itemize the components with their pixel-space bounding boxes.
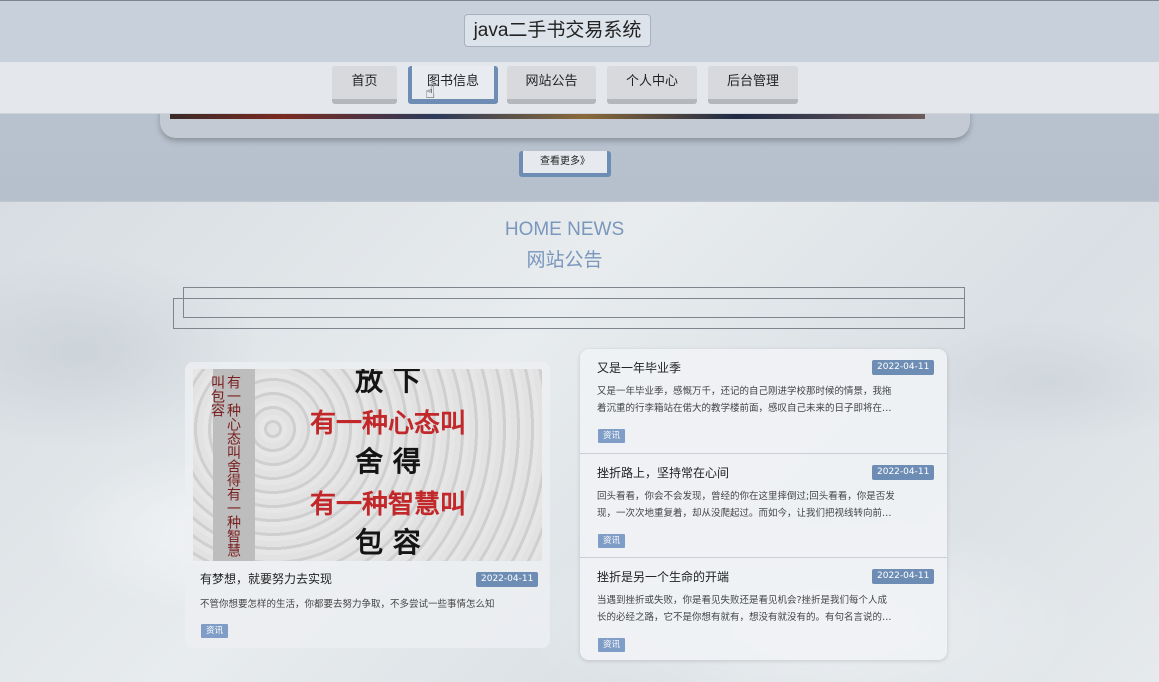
date-badge: 2022-04-11	[872, 465, 935, 480]
category-tag[interactable]: 资讯	[201, 624, 229, 638]
cover-line: 放 下	[355, 369, 421, 397]
cover-line: 有一种智慧叫	[309, 490, 466, 520]
category-tag[interactable]: 资讯	[598, 638, 626, 652]
news-desc-line: 当遇到挫折或失败，你是看见失败还是看见机会?挫折是我们每个人成	[597, 595, 888, 606]
date-badge: 2022-04-11	[476, 572, 539, 587]
news-desc: 又是一年毕业季，感慨万千，还记的自己刚进学校那时候的情景，我拖 着沉重的行李箱站…	[597, 383, 943, 417]
section-title-en: HOME NEWS	[504, 219, 625, 240]
featured-news-image[interactable]: 有一种心态叫舍得有一种智慧叫包容 放 下 有一种心态叫 舍 得 有一种智慧叫 包…	[193, 369, 542, 561]
date-badge: 2022-04-11	[872, 569, 935, 584]
cover-line: 舍 得	[355, 445, 421, 478]
nav-item-books[interactable]: 图书信息	[408, 66, 498, 104]
cover-line: 有一种心态叫	[309, 409, 466, 439]
nav-item-announcements[interactable]: 网站公告	[507, 66, 596, 104]
list-item[interactable]: 挫折路上，坚持常在心间 2022-04-11 回头看看，你会不会发现，曾经的你在…	[580, 453, 947, 557]
nav-item-home[interactable]: 首页	[332, 66, 397, 104]
nav-item-personal-center[interactable]: 个人中心	[607, 66, 697, 104]
nav-item-admin[interactable]: 后台管理	[708, 66, 798, 104]
list-item[interactable]: 又是一年毕业季 2022-04-11 又是一年毕业季，感慨万千，还记的自己刚进学…	[580, 349, 947, 453]
date-badge: 2022-04-11	[872, 360, 935, 375]
news-title[interactable]: 挫折路上，坚持常在心间	[597, 464, 729, 481]
featured-news-desc: 不管你想要怎样的生活，你都要去努力争取，不多尝试一些事情怎么知	[200, 599, 495, 610]
divider-box	[173, 298, 965, 329]
news-title[interactable]: 挫折是另一个生命的开端	[597, 568, 729, 585]
category-tag[interactable]: 资讯	[598, 429, 626, 443]
hand-cursor-icon: ☝	[425, 83, 436, 103]
section-title-cn: 网站公告	[526, 249, 603, 271]
list-item[interactable]: 挫折是另一个生命的开端 2022-04-11 当遇到挫折或失败，你是看见失败还是…	[580, 557, 947, 661]
book-cover-text: 放 下 有一种心态叫 舍 得 有一种智慧叫 包 容	[288, 369, 488, 561]
news-desc-line: 长的必经之路，它不是你想有就有，想没有就没有的。有句名言说的…	[597, 612, 892, 623]
news-desc: 回头看看，你会不会发现，曾经的你在这里摔倒过;回头看看，你是否发 现，一次次地重…	[597, 488, 943, 522]
news-title[interactable]: 又是一年毕业季	[597, 359, 681, 376]
news-desc-line: 回头看看，你会不会发现，曾经的你在这里摔倒过;回头看看，你是否发	[597, 491, 895, 502]
book-spine-text: 有一种心态叫舍得有一种智慧叫包容	[209, 375, 241, 557]
news-desc-line: 又是一年毕业季，感慨万千，还记的自己刚进学校那时候的情景，我拖	[597, 386, 892, 397]
news-desc: 当遇到挫折或失败，你是看见失败还是看见机会?挫折是我们每个人成 长的必经之路，它…	[597, 592, 943, 626]
cover-line: 包 容	[355, 526, 421, 559]
news-desc-line: 现，一次次地重复着，却从没爬起过。而如今，让我们把视线转向前…	[597, 508, 892, 519]
book-spine: 有一种心态叫舍得有一种智慧叫包容	[209, 369, 255, 561]
news-desc-line: 着沉重的行李箱站在偌大的教学楼前面，感叹自己未来的日子即将在…	[597, 403, 892, 414]
featured-news-title[interactable]: 有梦想，就要努力去实现	[200, 570, 332, 587]
site-title: java二手书交易系统	[464, 14, 651, 47]
category-tag[interactable]: 资讯	[598, 534, 626, 548]
view-more-button[interactable]: 查看更多》	[519, 151, 611, 177]
